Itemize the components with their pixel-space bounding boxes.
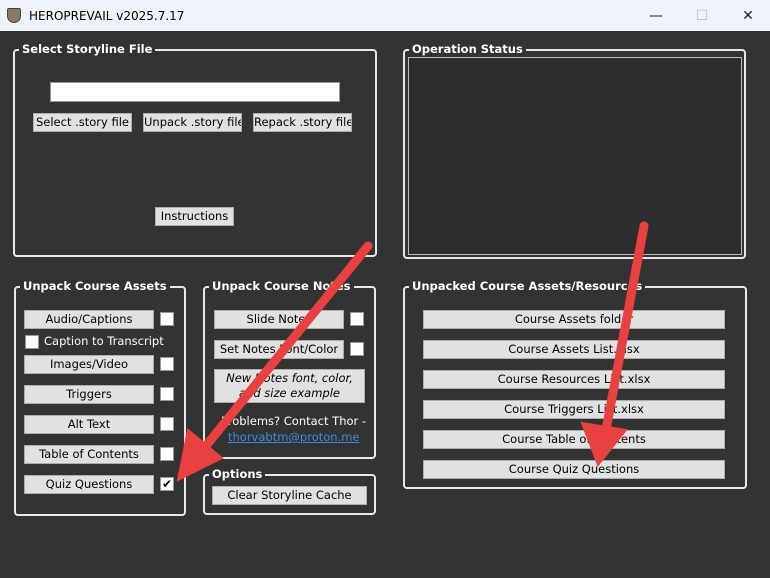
annotation-arrows: [176, 221, 649, 482]
arrow-head-icon: [580, 421, 628, 467]
arrow-to-quiz-resource: [601, 221, 649, 435]
arrow-to-quiz-checkbox: [200, 241, 373, 452]
